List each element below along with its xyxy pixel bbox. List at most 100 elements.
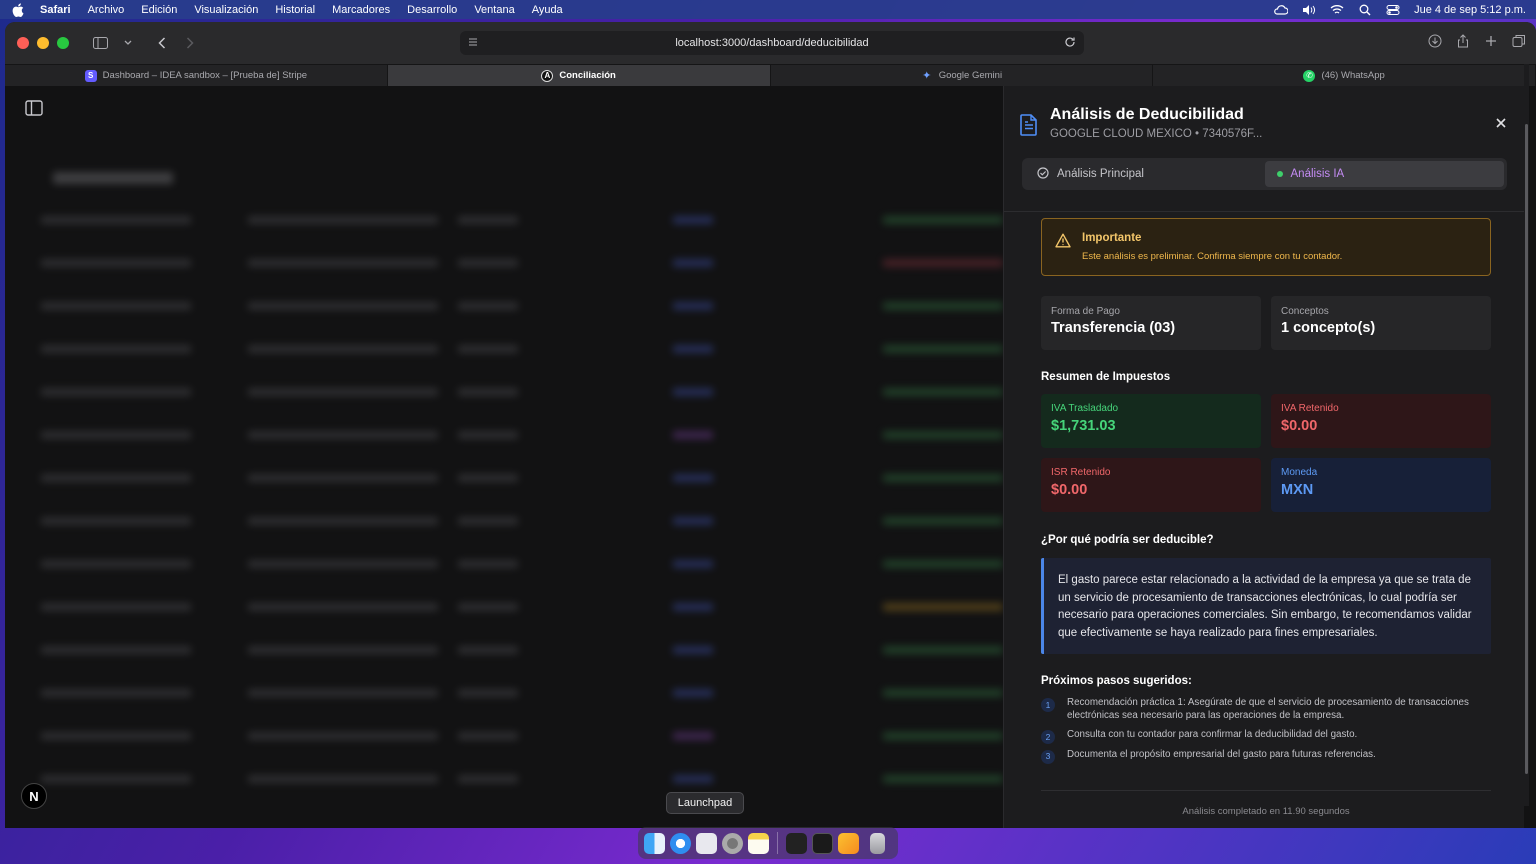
table-cell <box>248 302 438 310</box>
forward-icon[interactable] <box>181 34 199 52</box>
menu-historial[interactable]: Historial <box>275 4 315 16</box>
steps-section-title: Próximos pasos sugeridos: <box>1041 675 1192 687</box>
system-settings-icon[interactable] <box>722 832 743 854</box>
table-row <box>33 259 1003 299</box>
panel-subtitle: GOOGLE CLOUD MEXICO • 7340576F... <box>1050 128 1263 140</box>
tab-stripe[interactable]: S Dashboard – IDEA sandbox – [Prueba de]… <box>5 65 388 86</box>
why-explanation: El gasto parece estar relacionado a la a… <box>1041 558 1491 654</box>
blurred-table <box>33 146 1003 826</box>
menu-clock[interactable]: Jue 4 de sep 5:12 p.m. <box>1414 4 1526 16</box>
table-cell <box>883 689 1003 697</box>
volume-icon[interactable] <box>1302 4 1316 16</box>
menu-ventana[interactable]: Ventana <box>474 4 514 16</box>
tab-analisis-ia[interactable]: Análisis IA <box>1264 161 1504 187</box>
menu-marcadores[interactable]: Marcadores <box>332 4 390 16</box>
document-icon <box>1020 114 1038 136</box>
table-cell <box>248 603 438 611</box>
tab-label: Análisis IA <box>1290 168 1345 180</box>
close-icon[interactable] <box>1494 116 1508 130</box>
new-tab-icon[interactable] <box>1484 34 1498 53</box>
control-center-icon[interactable] <box>1386 4 1400 16</box>
tab-conciliacion[interactable]: A Conciliación <box>387 65 771 86</box>
table-cell <box>41 689 191 697</box>
menu-edicion[interactable]: Edición <box>141 4 177 16</box>
menu-safari[interactable]: Safari <box>40 4 71 16</box>
safari-icon[interactable] <box>670 832 691 854</box>
table-cell <box>41 474 191 482</box>
table-cell <box>883 560 1003 568</box>
back-icon[interactable] <box>153 34 171 52</box>
table-row <box>33 689 1003 729</box>
address-bar[interactable]: localhost:3000/dashboard/deducibilidad <box>460 31 1084 55</box>
table-cell <box>673 560 713 568</box>
panel-scrollbar[interactable] <box>1524 64 1529 806</box>
iva-trasladado-value: $1,731.03 <box>1051 418 1116 434</box>
table-row <box>33 732 1003 772</box>
finder-icon[interactable] <box>644 832 665 854</box>
app-favicon-icon: A <box>541 69 554 82</box>
table-cell <box>673 259 713 267</box>
menu-visualizacion[interactable]: Visualización <box>194 4 258 16</box>
zoom-window-button[interactable] <box>57 37 69 49</box>
table-cell <box>41 560 191 568</box>
menu-ayuda[interactable]: Ayuda <box>532 4 563 16</box>
warning-alert: Importante Este análisis es preliminar. … <box>1041 218 1491 276</box>
menu-archivo[interactable]: Archivo <box>88 4 125 16</box>
table-cell <box>248 345 438 353</box>
terminal-icon[interactable] <box>812 832 833 854</box>
table-cell <box>248 517 438 525</box>
tab-gemini[interactable]: ✦ Google Gemini <box>771 65 1154 86</box>
close-window-button[interactable] <box>17 37 29 49</box>
table-cell <box>41 302 191 310</box>
chevron-down-icon[interactable] <box>119 34 137 52</box>
gemini-favicon-icon: ✦ <box>922 70 932 82</box>
table-row <box>33 474 1003 514</box>
table-cell <box>41 517 191 525</box>
tab-analisis-principal[interactable]: Análisis Principal <box>1025 161 1265 187</box>
isr-retenido-label: ISR Retenido <box>1051 467 1111 478</box>
wifi-icon[interactable] <box>1330 4 1344 16</box>
table-cell <box>248 646 438 654</box>
stripe-favicon-icon: S <box>84 69 97 82</box>
list-item: 3 Documenta el propósito empresarial del… <box>1041 748 1491 764</box>
table-row <box>33 388 1003 428</box>
concepts-card: Conceptos 1 concepto(s) <box>1271 296 1491 350</box>
downloads-icon[interactable] <box>1428 34 1442 53</box>
cloud-icon[interactable] <box>1274 4 1289 16</box>
deducibility-panel: Análisis de Deducibilidad GOOGLE CLOUD M… <box>1003 86 1524 828</box>
concepts-value: 1 concepto(s) <box>1281 320 1376 336</box>
apple-icon[interactable] <box>10 2 26 17</box>
table-cell <box>41 646 191 654</box>
app-sidebar-toggle-icon[interactable] <box>25 100 47 120</box>
sidebar-toggle-icon[interactable] <box>91 34 109 52</box>
minimize-window-button[interactable] <box>37 37 49 49</box>
reload-icon[interactable] <box>1064 36 1076 51</box>
share-icon[interactable] <box>1456 34 1470 53</box>
menu-desarrollo[interactable]: Desarrollo <box>407 4 457 16</box>
analysis-tabs: Análisis Principal Análisis IA <box>1022 158 1507 190</box>
payment-value: Transferencia (03) <box>1051 320 1176 336</box>
steps-list: 1 Recomendación práctica 1: Asegúrate de… <box>1041 697 1491 768</box>
table-cell <box>458 689 518 697</box>
url-text[interactable]: localhost:3000/dashboard/deducibilidad <box>675 37 868 49</box>
next-dev-badge[interactable]: N <box>21 783 47 809</box>
tab-overview-icon[interactable] <box>1512 34 1526 53</box>
table-cell <box>248 775 438 783</box>
table-cell <box>883 603 1003 611</box>
moneda-card: Moneda MXN <box>1271 458 1491 512</box>
sketch-icon[interactable] <box>838 832 859 854</box>
unity-icon[interactable] <box>786 832 807 854</box>
notes-icon[interactable] <box>748 832 769 854</box>
trash-icon[interactable] <box>870 832 885 854</box>
table-cell <box>41 603 191 611</box>
table-cell <box>41 732 191 740</box>
list-item: 1 Recomendación práctica 1: Asegúrate de… <box>1041 697 1491 722</box>
step-text: Documenta el propósito empresarial del g… <box>1067 748 1376 760</box>
table-cell <box>41 259 191 267</box>
launchpad-icon[interactable] <box>696 832 717 854</box>
tab-whatsapp[interactable]: ✆ (46) WhatsApp <box>1153 65 1536 86</box>
table-cell <box>883 431 1003 439</box>
page-settings-icon[interactable] <box>468 37 478 50</box>
spotlight-search-icon[interactable] <box>1358 4 1372 16</box>
table-cell <box>883 388 1003 396</box>
